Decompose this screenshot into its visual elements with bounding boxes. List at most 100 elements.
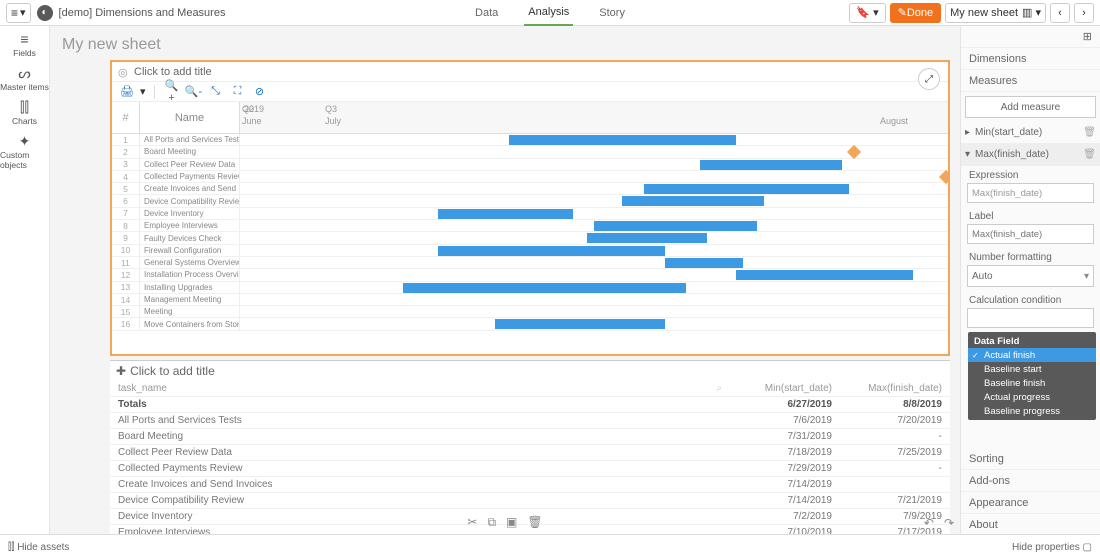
gantt-row[interactable]: 16Move Containers from Storage Facility bbox=[112, 318, 948, 330]
prev-sheet[interactable]: ‹ bbox=[1050, 3, 1070, 23]
gantt-row[interactable]: 3Collect Peer Review Data bbox=[112, 159, 948, 171]
redo-icon[interactable]: ↷ bbox=[944, 516, 954, 530]
app-menu[interactable]: ≡▾ bbox=[6, 3, 31, 23]
tab-measures[interactable]: Measures bbox=[961, 70, 1100, 92]
table-row[interactable]: Device Compatibility Review7/14/20197/21… bbox=[110, 493, 950, 509]
number-format-select[interactable]: Auto▾ bbox=[967, 265, 1094, 287]
gantt-row[interactable]: 4Collected Payments Review bbox=[112, 171, 948, 183]
panel-table-icon[interactable]: ⊞ bbox=[961, 26, 1100, 48]
gantt-area: # Name 2019 Q2 Q3 June July August 1All … bbox=[112, 102, 948, 354]
topbar: ≡▾ ◐ [demo] Dimensions and Measures Data… bbox=[0, 0, 1100, 26]
gantt-row[interactable]: 6Device Compatibility Review bbox=[112, 195, 948, 207]
add-measure-button[interactable]: Add measure bbox=[965, 96, 1096, 118]
gantt-row[interactable]: 15Meeting bbox=[112, 306, 948, 318]
tab-dimensions[interactable]: Dimensions bbox=[961, 48, 1100, 70]
col-task[interactable]: task_name ⌕ bbox=[110, 381, 730, 397]
sheet-selector[interactable]: My new sheet ▥ ▾ bbox=[945, 3, 1046, 23]
done-button[interactable]: ✎ Done bbox=[890, 3, 942, 23]
expand-icon[interactable]: ⤢ bbox=[918, 68, 940, 90]
canvas: My new sheet ⤢ Click to add title 🖨▾ 🔍+ … bbox=[50, 26, 960, 534]
data-table-card[interactable]: ✚ Click to add title task_name ⌕ Min(sta… bbox=[110, 360, 950, 534]
measure-max-finish[interactable]: ▾Max(finish_date)🗑 bbox=[961, 144, 1100, 166]
label-input[interactable]: fx bbox=[967, 224, 1094, 244]
sheet-title[interactable]: My new sheet bbox=[50, 26, 960, 54]
delete-icon[interactable]: 🗑 bbox=[527, 515, 542, 530]
table-row[interactable]: Create Invoices and Send Invoices7/14/20… bbox=[110, 477, 950, 493]
section-addons[interactable]: Add-ons bbox=[961, 470, 1100, 492]
expression-label: Expression bbox=[961, 166, 1100, 183]
gantt-chart-card[interactable]: ⤢ Click to add title 🖨▾ 🔍+ 🔍- ⤡ ⛶ ⊘ # Na… bbox=[110, 60, 950, 356]
chart-title-bar[interactable]: Click to add title bbox=[112, 62, 948, 82]
table-row[interactable]: All Ports and Services Tests7/6/20197/20… bbox=[110, 413, 950, 429]
calc-cond-label: Calculation condition bbox=[961, 291, 1100, 308]
gantt-row[interactable]: 10Firewall Configuration bbox=[112, 245, 948, 257]
gantt-row[interactable]: 14Management Meeting bbox=[112, 294, 948, 306]
hide-assets-link[interactable]: Hide assets bbox=[17, 542, 69, 553]
gantt-row[interactable]: 9Faulty Devices Check bbox=[112, 232, 948, 244]
section-sorting[interactable]: Sorting bbox=[961, 448, 1100, 470]
delete-icon[interactable]: 🗑 bbox=[1083, 149, 1096, 160]
delete-icon[interactable]: 🗑 bbox=[1083, 127, 1096, 138]
gantt-row[interactable]: 7Device Inventory bbox=[112, 208, 948, 220]
expression-input[interactable]: fx bbox=[967, 183, 1094, 203]
zoom-out-icon[interactable]: 🔍- bbox=[185, 85, 203, 98]
tab-data[interactable]: Data bbox=[471, 0, 502, 26]
gantt-col-name: Name bbox=[140, 102, 240, 133]
section-appearance[interactable]: Appearance bbox=[961, 492, 1100, 514]
calc-cond-input[interactable]: fx bbox=[967, 308, 1094, 328]
left-rail: ≡Fields ᔕMaster items ⫿⫿Charts ✦Custom obje… bbox=[0, 26, 50, 534]
file-title: [demo] Dimensions and Measures bbox=[59, 7, 226, 19]
label-label: Label bbox=[961, 207, 1100, 224]
gantt-row[interactable]: 8Employee Interviews bbox=[112, 220, 948, 232]
rail-charts[interactable]: ⫿⫿Charts bbox=[12, 100, 37, 126]
undo-icon[interactable]: ↶ bbox=[924, 516, 934, 530]
status-bar: ⫿⫿ Hide assets Hide properties ▢ bbox=[0, 534, 1100, 560]
gantt-row[interactable]: 5Create Invoices and Send Invoices bbox=[112, 183, 948, 195]
dropdown-item[interactable]: Baseline progress bbox=[968, 404, 1096, 418]
col-max[interactable]: Max(finish_date) bbox=[840, 381, 950, 397]
copy-icon[interactable]: ⧉ bbox=[487, 515, 496, 530]
zoom-in-icon[interactable]: 🔍+ bbox=[163, 79, 181, 104]
dropdown-item[interactable]: Baseline start bbox=[968, 362, 1096, 376]
data-table: task_name ⌕ Min(start_date) Max(finish_d… bbox=[110, 381, 950, 534]
dropdown-item[interactable]: Actual progress bbox=[968, 390, 1096, 404]
canvas-toolbar: ✂ ⧉ ▣ 🗑 bbox=[467, 515, 542, 530]
rail-custom-objects[interactable]: ✦Custom objects bbox=[0, 134, 49, 170]
col-min[interactable]: Min(start_date) bbox=[730, 381, 840, 397]
gantt-row[interactable]: 1All Ports and Services Tests bbox=[112, 134, 948, 146]
tab-story[interactable]: Story bbox=[595, 0, 629, 26]
right-panel: ⊞ Dimensions Measures Add measure ▸Min(s… bbox=[960, 26, 1100, 534]
section-about[interactable]: About bbox=[961, 514, 1100, 534]
table-row[interactable]: Collect Peer Review Data7/18/20197/25/20… bbox=[110, 445, 950, 461]
paste-icon[interactable]: ▣ bbox=[506, 515, 517, 530]
chart-toolbar: 🖨▾ 🔍+ 🔍- ⤡ ⛶ ⊘ bbox=[112, 82, 948, 102]
dropdown-item[interactable]: Baseline finish bbox=[968, 376, 1096, 390]
print-icon[interactable]: 🖨 bbox=[118, 85, 136, 98]
rail-master-items[interactable]: ᔕMaster items bbox=[0, 66, 49, 92]
gantt-row[interactable]: 11General Systems Overview bbox=[112, 257, 948, 269]
gantt-row[interactable]: 2Board Meeting bbox=[112, 146, 948, 158]
data-field-dropdown[interactable]: Data FieldActual finishBaseline startBas… bbox=[968, 332, 1096, 420]
tab-analysis[interactable]: Analysis bbox=[524, 0, 573, 26]
cut-icon[interactable]: ✂ bbox=[467, 515, 477, 530]
dropdown-item[interactable]: Actual finish bbox=[968, 348, 1096, 362]
rail-fields[interactable]: ≡Fields bbox=[13, 32, 36, 58]
measure-min-start[interactable]: ▸Min(start_date)🗑 bbox=[961, 122, 1100, 144]
gantt-row[interactable]: 12Installation Process Overview bbox=[112, 269, 948, 281]
assets-icon: ⫿⫿ bbox=[8, 542, 14, 553]
app-icon: ◐ bbox=[37, 5, 53, 21]
number-format-label: Number formatting bbox=[961, 248, 1100, 265]
table-row[interactable]: Collected Payments Review7/29/2019- bbox=[110, 461, 950, 477]
gantt-timeline-header: 2019 Q2 Q3 June July August bbox=[240, 102, 948, 133]
fit-icon[interactable]: ⤡ bbox=[207, 85, 225, 98]
top-tabs: Data Analysis Story bbox=[471, 0, 629, 26]
bookmark-button[interactable]: 🔖 ▾ bbox=[849, 3, 885, 23]
gear-icon bbox=[118, 66, 130, 78]
table-title-bar[interactable]: ✚ Click to add title bbox=[110, 361, 950, 381]
next-sheet[interactable]: › bbox=[1074, 3, 1094, 23]
collapse-icon[interactable]: ⊘ bbox=[251, 85, 269, 98]
hide-properties-link[interactable]: Hide properties bbox=[1012, 542, 1080, 553]
gantt-row[interactable]: 13Installing Upgrades bbox=[112, 282, 948, 294]
table-row[interactable]: Board Meeting7/31/2019- bbox=[110, 429, 950, 445]
expand-all-icon[interactable]: ⛶ bbox=[229, 85, 247, 98]
